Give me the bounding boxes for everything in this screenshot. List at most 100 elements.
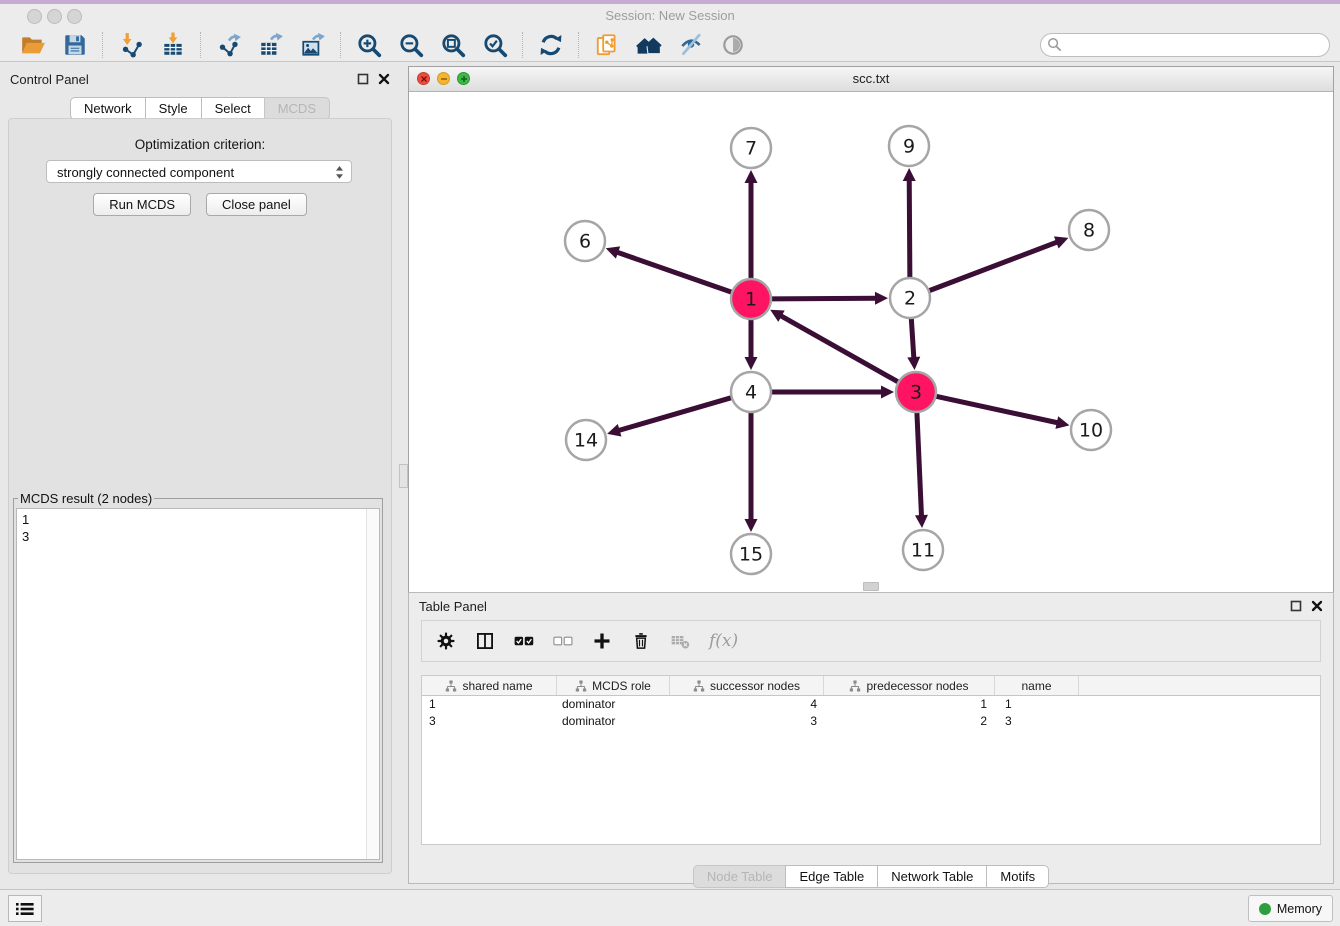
mcds-result-group: MCDS result (2 nodes) 13 bbox=[13, 491, 383, 863]
export-table-icon[interactable] bbox=[258, 32, 284, 58]
search-input[interactable] bbox=[1040, 33, 1330, 57]
search-icon bbox=[1047, 37, 1062, 52]
cell: 3 bbox=[670, 713, 824, 730]
toolbar-separator bbox=[102, 32, 104, 58]
graph-edge-2-8[interactable] bbox=[929, 242, 1058, 291]
graph-node-15[interactable]: 15 bbox=[731, 534, 771, 574]
zoom-selected-icon[interactable] bbox=[482, 32, 508, 58]
tab-network[interactable]: Network bbox=[70, 97, 146, 120]
graph-node-3[interactable]: 3 bbox=[896, 372, 936, 412]
network-canvas[interactable]: 7 9 6 8 1 2 4 3 14 10 15 11 bbox=[409, 92, 1333, 592]
graph-edge-3-11[interactable] bbox=[917, 412, 922, 517]
close-table-panel-icon[interactable] bbox=[1311, 600, 1323, 612]
graph-node-1[interactable]: 1 bbox=[731, 279, 771, 319]
preview-eye-icon[interactable] bbox=[720, 32, 746, 58]
column-header-mcds-role[interactable]: MCDS role bbox=[557, 676, 670, 695]
export-network-icon[interactable] bbox=[216, 32, 242, 58]
search-box bbox=[1040, 33, 1330, 57]
tab-motifs[interactable]: Motifs bbox=[986, 865, 1049, 888]
graph-node-7[interactable]: 7 bbox=[731, 128, 771, 168]
graph-edge-arrowhead bbox=[606, 246, 620, 258]
graph-edge-4-14[interactable] bbox=[618, 398, 732, 431]
cell: 3 bbox=[422, 713, 557, 730]
graph-node-8[interactable]: 8 bbox=[1069, 210, 1109, 250]
node-table[interactable]: shared name MCDS role successor nodes pr… bbox=[421, 675, 1321, 845]
table-row[interactable]: 1dominator411 bbox=[422, 696, 1320, 713]
tab-select[interactable]: Select bbox=[201, 97, 265, 120]
column-header-name[interactable]: name bbox=[995, 676, 1079, 695]
canvas-scroll-grip[interactable] bbox=[863, 582, 879, 591]
graph-node-2[interactable]: 2 bbox=[890, 278, 930, 318]
column-type-icon bbox=[575, 680, 587, 692]
graph-edge-arrowhead bbox=[881, 386, 894, 399]
graph-edge-2-9[interactable] bbox=[909, 179, 910, 278]
deselect-all-checkboxes-icon[interactable] bbox=[553, 631, 573, 651]
toolbar-separator bbox=[578, 32, 580, 58]
graph-node-6[interactable]: 6 bbox=[565, 221, 605, 261]
tab-network-table[interactable]: Network Table bbox=[877, 865, 987, 888]
float-table-panel-icon[interactable] bbox=[1290, 600, 1302, 612]
delete-row-icon[interactable] bbox=[631, 631, 651, 651]
panel-divider-grip[interactable] bbox=[399, 464, 408, 488]
column-settings-gear-icon[interactable] bbox=[436, 631, 456, 651]
float-panel-icon[interactable] bbox=[357, 73, 369, 85]
refresh-icon[interactable] bbox=[538, 32, 564, 58]
show-columns-icon[interactable] bbox=[475, 631, 495, 651]
graph-edge-2-3[interactable] bbox=[911, 318, 914, 359]
function-builder-icon: f(x) bbox=[709, 631, 738, 651]
table-row[interactable]: 3dominator323 bbox=[422, 713, 1320, 730]
column-header-shared-name[interactable]: shared name bbox=[422, 676, 557, 695]
criterion-select[interactable]: strongly connected component bbox=[46, 160, 352, 183]
tab-node-table[interactable]: Node Table bbox=[693, 865, 787, 888]
column-header-predecessor-nodes[interactable]: predecessor nodes bbox=[824, 676, 995, 695]
home-icon[interactable] bbox=[636, 32, 662, 58]
open-session-icon[interactable] bbox=[20, 32, 46, 58]
control-panel-title: Control Panel bbox=[10, 72, 89, 87]
column-label: name bbox=[1021, 679, 1051, 693]
table-panel-title: Table Panel bbox=[419, 599, 487, 614]
control-panel: Control Panel NetworkStyleSelectMCDS Opt… bbox=[0, 66, 400, 884]
memory-button[interactable]: Memory bbox=[1248, 895, 1333, 922]
tab-style[interactable]: Style bbox=[145, 97, 202, 120]
tab-edge-table[interactable]: Edge Table bbox=[785, 865, 878, 888]
close-panel-icon[interactable] bbox=[378, 73, 390, 85]
result-scrollbar[interactable] bbox=[366, 509, 379, 859]
graph-edge-arrowhead bbox=[907, 357, 920, 370]
graph-node-14[interactable]: 14 bbox=[566, 420, 606, 460]
save-session-icon[interactable] bbox=[62, 32, 88, 58]
graph-edge-1-6[interactable] bbox=[616, 252, 732, 293]
import-network-icon[interactable] bbox=[118, 32, 144, 58]
hide-graphics-details-icon[interactable] bbox=[678, 32, 704, 58]
cell: 1 bbox=[995, 696, 1079, 713]
graph-node-11[interactable]: 11 bbox=[903, 530, 943, 570]
cell: 1 bbox=[824, 696, 995, 713]
clone-network-icon[interactable] bbox=[594, 32, 620, 58]
memory-status-dot bbox=[1259, 903, 1271, 915]
zoom-in-icon[interactable] bbox=[356, 32, 382, 58]
zoom-out-icon[interactable] bbox=[398, 32, 424, 58]
select-all-checkboxes-icon[interactable] bbox=[514, 631, 534, 651]
graph-edge-arrowhead bbox=[903, 168, 916, 181]
task-history-button[interactable] bbox=[8, 895, 42, 922]
tab-mcds[interactable]: MCDS bbox=[264, 97, 330, 120]
criterion-selected-value: strongly connected component bbox=[57, 165, 234, 180]
graph-node-10[interactable]: 10 bbox=[1071, 410, 1111, 450]
import-table-icon[interactable] bbox=[160, 32, 186, 58]
session-title: Session: New Session bbox=[0, 4, 1340, 28]
graph-node-label: 3 bbox=[910, 382, 922, 404]
column-header-successor-nodes[interactable]: successor nodes bbox=[670, 676, 824, 695]
export-image-icon[interactable] bbox=[300, 32, 326, 58]
graph-edge-3-10[interactable] bbox=[936, 396, 1059, 423]
graph-node-label: 6 bbox=[579, 231, 591, 253]
run-mcds-button[interactable]: Run MCDS bbox=[93, 193, 191, 216]
optimization-criterion-label: Optimization criterion: bbox=[9, 137, 391, 152]
add-row-icon[interactable] bbox=[592, 631, 612, 651]
close-panel-button[interactable]: Close panel bbox=[206, 193, 307, 216]
zoom-fit-icon[interactable] bbox=[440, 32, 466, 58]
graph-node-9[interactable]: 9 bbox=[889, 126, 929, 166]
graph-edge-1-2[interactable] bbox=[771, 298, 877, 299]
graph-node-4[interactable]: 4 bbox=[731, 372, 771, 412]
memory-label: Memory bbox=[1277, 902, 1322, 916]
mcds-result-box[interactable]: 13 bbox=[16, 508, 380, 860]
graph-edge-3-1[interactable] bbox=[780, 315, 899, 382]
